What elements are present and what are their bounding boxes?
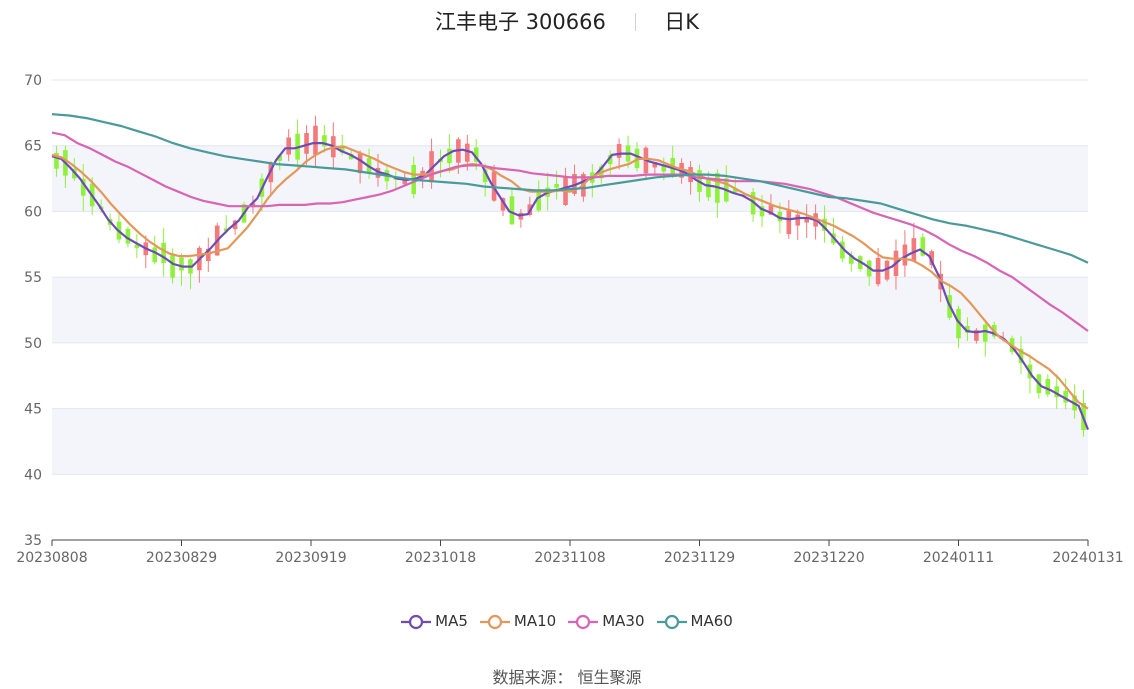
- candle: [1063, 378, 1068, 410]
- candle: [911, 222, 917, 262]
- legend: MA5 MA10 MA30 MA60: [0, 612, 1134, 630]
- grid-band: [52, 277, 1088, 343]
- legend-marker-icon: [479, 614, 510, 630]
- legend-marker-icon: [656, 614, 687, 630]
- source-name: 恒生聚源: [577, 668, 642, 687]
- x-tick-label: 20231220: [793, 550, 864, 566]
- kline-chart: 35 40 45 50 55 60 65 70 20230808 20230829 2023091…: [16, 73, 1124, 566]
- candle: [152, 235, 158, 265]
- x-tick-label: 20231129: [664, 550, 735, 566]
- x-tick-label: 20230919: [275, 550, 346, 566]
- legend-label: MA60: [690, 612, 733, 630]
- candle: [831, 217, 836, 246]
- legend-marker-icon: [568, 614, 599, 630]
- candle: [982, 321, 988, 357]
- legend-marker-icon: [401, 614, 432, 630]
- legend-item-ma5[interactable]: MA5: [401, 612, 468, 630]
- candle: [902, 230, 908, 277]
- y-axis-ticks: 35 40 45 50 55 60 65 70: [24, 73, 42, 549]
- candle: [795, 209, 801, 241]
- y-tick-label: 45: [24, 402, 42, 418]
- y-tick-label: 55: [24, 270, 42, 286]
- legend-item-ma60[interactable]: MA60: [656, 612, 733, 630]
- legend-item-ma30[interactable]: MA30: [568, 612, 645, 630]
- y-tick-label: 35: [24, 533, 42, 549]
- source-label: 数据来源：: [492, 668, 573, 687]
- y-tick-label: 70: [24, 73, 42, 89]
- grid-band: [52, 408, 1088, 475]
- x-tick-label: 20240131: [1052, 550, 1123, 566]
- x-tick-label: 20230829: [146, 550, 217, 566]
- x-axis: 20230808 20230829 20230919 20231018 20231108…: [16, 539, 1124, 566]
- candle: [134, 233, 140, 259]
- x-tick-label: 20240111: [923, 550, 994, 566]
- legend-item-ma10[interactable]: MA10: [479, 612, 557, 630]
- y-tick-label: 50: [24, 336, 42, 352]
- y-tick-label: 65: [24, 139, 42, 155]
- candle: [1045, 374, 1051, 397]
- x-tick-label: 20230808: [16, 550, 87, 566]
- legend-label: MA5: [435, 612, 468, 630]
- data-source: 数据来源： 恒生聚源: [0, 664, 1134, 688]
- y-tick-label: 60: [24, 204, 42, 220]
- x-tick-label: 20231108: [534, 550, 605, 566]
- y-tick-label: 40: [24, 467, 42, 483]
- legend-label: MA10: [513, 612, 557, 630]
- x-tick-label: 20231018: [405, 550, 476, 566]
- background-bands: [52, 145, 1088, 475]
- candle: [750, 188, 756, 222]
- legend-label: MA30: [602, 612, 645, 630]
